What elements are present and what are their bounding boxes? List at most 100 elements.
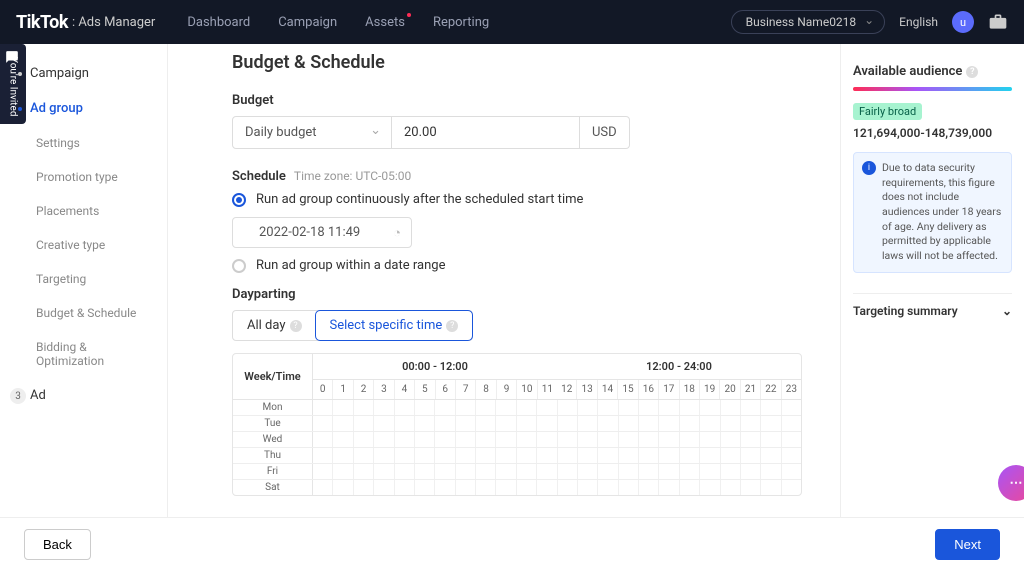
dayparting-cell[interactable] — [659, 416, 679, 431]
dayparting-cell[interactable] — [700, 416, 720, 431]
dayparting-cell[interactable] — [558, 448, 578, 463]
dayparting-cell[interactable] — [578, 464, 598, 479]
dayparting-cell[interactable] — [456, 432, 476, 447]
dayparting-cell[interactable] — [415, 464, 435, 479]
dayparting-cell[interactable] — [395, 416, 415, 431]
dayparting-cell[interactable] — [313, 480, 333, 495]
dayparting-cell[interactable] — [558, 480, 578, 495]
dayparting-cell[interactable] — [619, 416, 639, 431]
back-button[interactable]: Back — [24, 529, 91, 560]
dayparting-cell[interactable] — [476, 416, 496, 431]
dayparting-cell[interactable] — [761, 480, 781, 495]
dayparting-cell[interactable] — [700, 400, 720, 415]
sidebar-item-promotion-type[interactable]: Promotion type — [0, 160, 167, 194]
dayparting-cell[interactable] — [721, 448, 741, 463]
sidebar-item-campaign[interactable]: Campaign — [0, 56, 167, 91]
dayparting-cell[interactable] — [700, 432, 720, 447]
dayparting-cell[interactable] — [537, 464, 557, 479]
dayparting-cell[interactable] — [578, 480, 598, 495]
dayparting-cell[interactable] — [598, 448, 618, 463]
dayparting-cell[interactable] — [782, 464, 801, 479]
dayparting-cell[interactable] — [721, 480, 741, 495]
dayparting-cell[interactable] — [354, 464, 374, 479]
dayparting-cell[interactable] — [639, 400, 659, 415]
dayparting-cell[interactable] — [721, 416, 741, 431]
tab-specific-time[interactable]: Select specific time? — [316, 311, 473, 340]
dayparting-cell[interactable] — [741, 464, 761, 479]
sidebar-item-targeting[interactable]: Targeting — [0, 262, 167, 296]
dayparting-cell[interactable] — [313, 416, 333, 431]
dayparting-cell[interactable] — [659, 448, 679, 463]
dayparting-cell[interactable] — [761, 432, 781, 447]
dayparting-cell[interactable] — [476, 448, 496, 463]
dayparting-cell[interactable] — [537, 400, 557, 415]
dayparting-cell[interactable] — [639, 416, 659, 431]
dayparting-cell[interactable] — [761, 464, 781, 479]
sidebar-item-settings[interactable]: Settings — [0, 126, 167, 160]
dayparting-cell[interactable] — [313, 464, 333, 479]
dayparting-cell[interactable] — [782, 416, 801, 431]
nav-assets[interactable]: Assets — [365, 15, 405, 30]
dayparting-cell[interactable] — [639, 480, 659, 495]
schedule-continuous-radio[interactable]: Run ad group continuously after the sche… — [232, 192, 812, 207]
nav-campaign[interactable]: Campaign — [278, 15, 337, 30]
dayparting-cell[interactable] — [435, 480, 455, 495]
dayparting-cell[interactable] — [496, 448, 516, 463]
dayparting-cell[interactable] — [782, 480, 801, 495]
dayparting-cell[interactable] — [619, 448, 639, 463]
next-button[interactable]: Next — [935, 529, 1000, 560]
dayparting-cell[interactable] — [456, 416, 476, 431]
dayparting-cell[interactable] — [700, 480, 720, 495]
dayparting-cell[interactable] — [721, 464, 741, 479]
budget-amount-input[interactable]: 20.00 — [392, 116, 580, 149]
dayparting-cell[interactable] — [395, 464, 415, 479]
dayparting-cell[interactable] — [680, 400, 700, 415]
dayparting-cell[interactable] — [496, 432, 516, 447]
dayparting-cell[interactable] — [374, 448, 394, 463]
dayparting-cell[interactable] — [496, 480, 516, 495]
dayparting-cell[interactable] — [395, 432, 415, 447]
dayparting-cell[interactable] — [517, 416, 537, 431]
dayparting-cell[interactable] — [761, 448, 781, 463]
dayparting-cell[interactable] — [354, 416, 374, 431]
start-date-input[interactable]: 2022-02-18 11:49 ◔ — [232, 217, 412, 248]
sidebar-item-budget-schedule[interactable]: Budget & Schedule — [0, 296, 167, 330]
dayparting-cell[interactable] — [680, 464, 700, 479]
avatar[interactable]: u — [952, 11, 974, 33]
dayparting-cell[interactable] — [741, 416, 761, 431]
dayparting-cell[interactable] — [354, 480, 374, 495]
dayparting-cell[interactable] — [333, 480, 353, 495]
dayparting-cell[interactable] — [476, 480, 496, 495]
dayparting-cell[interactable] — [354, 400, 374, 415]
dayparting-cell[interactable] — [313, 400, 333, 415]
dayparting-cell[interactable] — [558, 400, 578, 415]
dayparting-cell[interactable] — [333, 464, 353, 479]
dayparting-cell[interactable] — [680, 480, 700, 495]
dayparting-cell[interactable] — [333, 400, 353, 415]
dayparting-cell[interactable] — [619, 432, 639, 447]
dayparting-cell[interactable] — [659, 464, 679, 479]
schedule-daterange-radio[interactable]: Run ad group within a date range — [232, 258, 812, 273]
dayparting-cell[interactable] — [659, 480, 679, 495]
dayparting-cell[interactable] — [598, 416, 618, 431]
dayparting-cell[interactable] — [598, 464, 618, 479]
dayparting-cell[interactable] — [374, 432, 394, 447]
dayparting-cell[interactable] — [517, 400, 537, 415]
sidebar-item-creative-type[interactable]: Creative type — [0, 228, 167, 262]
dayparting-cell[interactable] — [639, 464, 659, 479]
dayparting-cell[interactable] — [435, 432, 455, 447]
dayparting-cell[interactable] — [680, 448, 700, 463]
dayparting-cell[interactable] — [741, 480, 761, 495]
dayparting-cell[interactable] — [598, 432, 618, 447]
dayparting-cell[interactable] — [354, 432, 374, 447]
dayparting-cell[interactable] — [313, 448, 333, 463]
dayparting-cell[interactable] — [578, 416, 598, 431]
dayparting-cell[interactable] — [619, 464, 639, 479]
dayparting-cell[interactable] — [374, 416, 394, 431]
dayparting-cell[interactable] — [456, 448, 476, 463]
dayparting-cell[interactable] — [435, 464, 455, 479]
dayparting-cell[interactable] — [395, 448, 415, 463]
sidebar-item-ad[interactable]: 3Ad — [0, 378, 167, 413]
dayparting-cell[interactable] — [741, 448, 761, 463]
dayparting-cell[interactable] — [782, 400, 801, 415]
